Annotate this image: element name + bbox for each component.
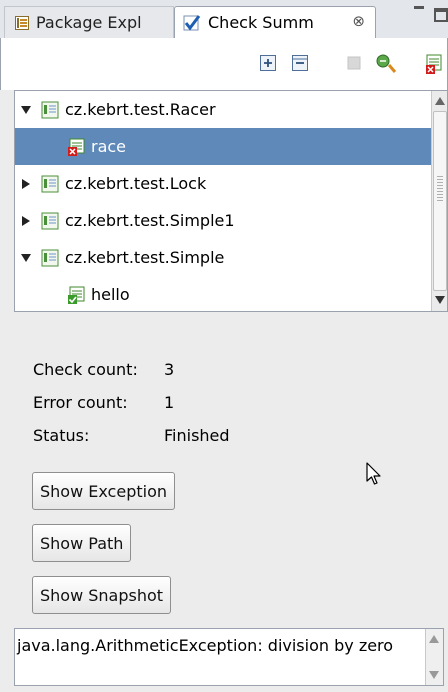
message-scrollbar[interactable] (425, 629, 443, 685)
status-label: Status: (33, 426, 90, 445)
run-search-icon[interactable] (375, 54, 397, 73)
check-tree[interactable]: cz.kebrt.test.Racer race cz.kebrt.test.L… (14, 90, 448, 312)
maximize-icon[interactable] (434, 8, 448, 22)
tree-node-label: cz.kebrt.test.Lock (65, 174, 207, 193)
show-snapshot-button[interactable]: Show Snapshot (32, 576, 172, 614)
exception-message-textarea[interactable]: java.lang.ArithmeticException: division … (14, 628, 444, 686)
tree-node-label: hello (91, 285, 130, 304)
error-method-icon (67, 138, 85, 156)
tree-node-class[interactable]: cz.kebrt.test.Simple1 (15, 202, 431, 239)
expand-toggle-icon[interactable] (19, 105, 33, 114)
stop-icon[interactable] (345, 54, 363, 72)
tab-package-explorer[interactable]: Package Expl (4, 6, 174, 38)
show-path-button[interactable]: Show Path (32, 524, 132, 562)
check-mark-icon (183, 14, 201, 32)
scroll-thumb[interactable] (433, 111, 447, 291)
tree-node-method[interactable]: hello (15, 276, 431, 311)
scroll-down-icon[interactable] (427, 666, 441, 684)
exception-message-text: java.lang.ArithmeticException: division … (17, 636, 394, 655)
show-exception-button[interactable]: Show Exception (32, 472, 175, 510)
tab-label: Package Expl (36, 13, 142, 32)
tab-check-summary[interactable]: Check Summ ⊗ (174, 6, 376, 38)
collapsed-toggle-icon[interactable] (19, 215, 33, 226)
package-explorer-icon (15, 15, 29, 30)
tree-node-class[interactable]: cz.kebrt.test.Simple (15, 239, 431, 276)
view-controls (412, 2, 448, 22)
scroll-down-icon[interactable] (433, 291, 447, 309)
check-count-value: 3 (164, 360, 175, 379)
status-value: Finished (164, 426, 230, 445)
tree-node-method[interactable]: race (15, 128, 431, 165)
class-icon (41, 101, 59, 119)
scroll-up-icon[interactable] (427, 630, 441, 648)
tree-node-label: cz.kebrt.test.Simple (65, 248, 225, 267)
expand-all-icon[interactable] (259, 54, 277, 72)
minimize-icon[interactable] (412, 2, 426, 12)
error-count-value: 1 (164, 393, 175, 412)
collapsed-toggle-icon[interactable] (19, 178, 33, 189)
tree-node-class[interactable]: cz.kebrt.test.Lock (15, 165, 431, 202)
tree-node-label: cz.kebrt.test.Simple1 (65, 211, 235, 230)
class-icon (41, 175, 59, 193)
scroll-up-icon[interactable] (433, 92, 447, 110)
expand-toggle-icon[interactable] (19, 253, 33, 262)
error-count-label: Error count: (33, 393, 128, 412)
view-tab-bar: Package Expl Check Summ ⊗ (0, 0, 448, 38)
tree-node-label: race (91, 137, 127, 156)
tab-label: Check Summ (208, 13, 314, 32)
error-report-icon[interactable] (425, 54, 443, 74)
check-count-label: Check count: (33, 360, 138, 379)
view-toolbar (0, 38, 448, 90)
ok-method-icon (67, 286, 85, 304)
tree-scrollbar[interactable] (431, 91, 447, 311)
class-icon (41, 212, 59, 230)
collapse-all-icon[interactable] (291, 54, 309, 72)
tree-node-class[interactable]: cz.kebrt.test.Racer (15, 91, 431, 128)
close-icon[interactable]: ⊗ (352, 12, 365, 30)
tree-node-label: cz.kebrt.test.Racer (65, 100, 216, 119)
class-icon (41, 249, 59, 267)
mouse-pointer-icon (366, 462, 382, 490)
